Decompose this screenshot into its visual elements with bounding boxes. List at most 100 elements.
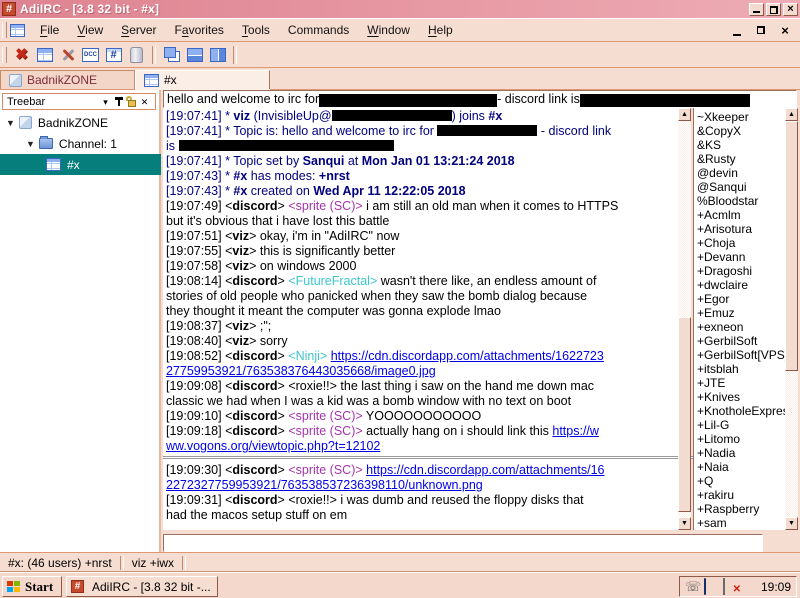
treebar-menu-button[interactable]: ▾ <box>99 96 112 108</box>
chat-link[interactable]: https://cdn.discordapp.com/attachments/1… <box>331 349 604 363</box>
topic-bar[interactable]: hello and welcome to irc for - discord l… <box>163 90 797 108</box>
options-button[interactable] <box>56 44 79 66</box>
cascade-windows-button[interactable] <box>160 44 183 66</box>
channels-button[interactable]: # <box>102 44 125 66</box>
mdi-restore-button[interactable] <box>754 24 768 37</box>
tree-item-channel1[interactable]: ▼ Channel: 1 <box>0 133 161 154</box>
menu-item-server[interactable]: Server <box>112 21 165 39</box>
userlist-item[interactable]: @devin <box>697 166 785 180</box>
expand-arrow-icon[interactable]: ▼ <box>6 118 15 128</box>
userlist-item[interactable]: +Q <box>697 474 785 488</box>
chat-line: 27759953921/763538376443035668/image0.jp… <box>166 364 678 379</box>
fax-tray-icon[interactable]: ☏ <box>685 579 701 594</box>
menu-item-help[interactable]: Help <box>419 21 462 39</box>
dcc-button[interactable]: DCC <box>79 44 102 66</box>
taskbar-task-adiirc[interactable]: # AdiIRC - [3.8 32 bit -... <box>66 576 218 597</box>
userlist-scroll-down-button[interactable]: ▼ <box>785 517 798 530</box>
menu-item-favorites[interactable]: Favorites <box>166 21 233 39</box>
mdi-system-menu-icon[interactable] <box>10 23 25 37</box>
toolbar-grip[interactable] <box>2 46 7 63</box>
userlist-item[interactable]: +GerbilSoft[VPS] <box>697 348 785 362</box>
message-input[interactable] <box>164 536 762 552</box>
chat-link[interactable]: 27759953921/763538376443035668/image0.jp… <box>166 364 436 378</box>
userlist-item[interactable]: +Knives <box>697 390 785 404</box>
chat-text: classic we had when I was a kid was a bo… <box>166 394 572 408</box>
treebar-lock-button[interactable] <box>125 95 138 108</box>
expand-arrow-icon[interactable]: ▼ <box>26 139 35 149</box>
userlist-item[interactable]: +rakiru <box>697 488 785 502</box>
mdi-close-button[interactable]: × <box>778 24 792 37</box>
menu-item-tools[interactable]: Tools <box>233 21 279 39</box>
menu-item-view[interactable]: View <box>68 21 112 39</box>
chat-link[interactable]: ww.vogons.org/viewtopic.php?t=12102 <box>166 439 380 453</box>
restore-button[interactable] <box>766 2 781 16</box>
userlist-item[interactable]: +Naia <box>697 460 785 474</box>
userlist-item[interactable]: +Dragoshi <box>697 264 785 278</box>
disconnect-button[interactable]: ✖ <box>10 44 33 66</box>
userlist-item[interactable]: ~Xkeeper <box>697 110 785 124</box>
tree-item-x[interactable]: #x <box>0 154 161 175</box>
userlist-item[interactable]: +JTE <box>697 376 785 390</box>
chat-line: [19:07:51] <viz> okay, i'm in "AdiIRC" n… <box>166 229 678 244</box>
tab-badnikzone[interactable]: BadnikZONE <box>0 70 135 89</box>
server-list-button[interactable] <box>33 44 56 66</box>
userlist-item[interactable]: +Lil-G <box>697 418 785 432</box>
chat-scrollback[interactable]: [19:07:41] * viz (InvisibleUp@) joins #x… <box>163 108 678 456</box>
userlist-item[interactable]: +dwclaire <box>697 278 785 292</box>
userlist-item[interactable]: +Devann <box>697 250 785 264</box>
treebar-pin-button[interactable] <box>112 96 125 108</box>
menu-item-commands[interactable]: Commands <box>279 21 358 39</box>
userlist-item[interactable]: +Nadia <box>697 446 785 460</box>
chat-link[interactable]: 2272327759953921/763538537236398110/unkn… <box>166 478 483 492</box>
network-error-tray-icon[interactable] <box>723 578 738 595</box>
chat-text: [19:07:41] * Topic is: hello and welcome… <box>166 124 438 138</box>
chat-link[interactable]: https://cdn.discordapp.com/attachments/1… <box>366 463 604 477</box>
tab-x[interactable]: #x <box>135 70 270 89</box>
userlist-item[interactable]: +Choja <box>697 236 785 250</box>
chat-link[interactable]: https://w <box>552 424 599 438</box>
userlist-item[interactable]: @Sanqui <box>697 180 785 194</box>
scripts-button[interactable] <box>125 44 148 66</box>
userlist-scrollbar[interactable]: ▲ ▼ <box>785 108 798 530</box>
tile-vertical-button[interactable] <box>206 44 229 66</box>
userlist-item[interactable]: &KS <box>697 138 785 152</box>
chat-live-area[interactable]: [19:09:30] <discord> <sprite (SC)> https… <box>163 459 678 530</box>
close-icon: × <box>787 2 794 15</box>
userlist-scroll-thumb[interactable] <box>785 121 798 371</box>
userlist-item[interactable]: %Bloodstar <box>697 194 785 208</box>
userlist-item[interactable]: +Arisotura <box>697 222 785 236</box>
userlist-item[interactable]: +Egor <box>697 292 785 306</box>
userlist-item[interactable]: +Litomo <box>697 432 785 446</box>
mdi-minimize-button[interactable] <box>730 24 744 37</box>
menu-item-window[interactable]: Window <box>358 21 419 39</box>
userlist-item[interactable]: &Rusty <box>697 152 785 166</box>
tree-item-badnikzone[interactable]: ▼ BadnikZONE <box>0 112 161 133</box>
menu-item-file[interactable]: File <box>31 21 68 39</box>
treebar-close-button[interactable]: ✕ <box>138 96 151 108</box>
chat-scroll-up-button[interactable]: ▲ <box>678 108 691 121</box>
chat-scroll-thumb[interactable] <box>678 317 691 512</box>
userlist-item[interactable]: +Raspberry <box>697 502 785 516</box>
chat-scrollbar[interactable]: ▲ ▼ <box>678 108 691 530</box>
userlist-item[interactable]: +KnotholeExpress <box>697 404 785 418</box>
tile-horizontal-button[interactable] <box>183 44 206 66</box>
userlist-item[interactable]: +GerbilSoft <box>697 334 785 348</box>
close-button[interactable]: × <box>783 2 798 16</box>
chat-line: [19:09:08] <discord> <roxie!!> the last … <box>166 379 678 394</box>
mdi-minimize-icon <box>733 33 741 36</box>
chat-scroll-down-button[interactable]: ▼ <box>678 517 691 530</box>
user-list[interactable]: ~Xkeeper &CopyX &KS &Rusty @devin @Sanqui %Blo… <box>693 108 785 530</box>
userlist-item[interactable]: +sam <box>697 516 785 530</box>
minimize-button[interactable] <box>749 2 764 16</box>
userlist-item[interactable]: +itsblah <box>697 362 785 376</box>
start-button[interactable]: Start <box>2 576 62 597</box>
chat-text: hello and welcome to irc for <box>167 92 320 106</box>
adiirc-tray-icon[interactable] <box>704 578 719 595</box>
userlist-item[interactable]: +Acmlm <box>697 208 785 222</box>
chat-line: they thought it meant the computer was g… <box>166 304 678 319</box>
userlist-item[interactable]: &CopyX <box>697 124 785 138</box>
userlist-item[interactable]: +Emuz <box>697 306 785 320</box>
menubar-grip[interactable] <box>2 22 7 38</box>
userlist-item[interactable]: +exneon <box>697 320 785 334</box>
userlist-scroll-up-button[interactable]: ▲ <box>785 108 798 121</box>
